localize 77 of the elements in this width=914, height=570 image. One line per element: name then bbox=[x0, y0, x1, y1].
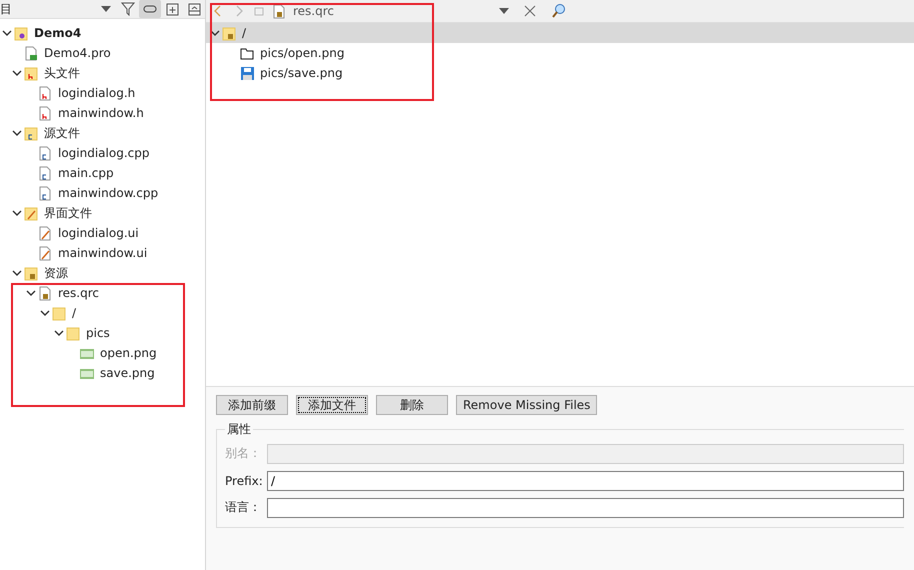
file-icon bbox=[38, 166, 53, 180]
resource-item[interactable]: / bbox=[206, 23, 914, 43]
tree-item-label: / bbox=[72, 306, 76, 320]
tree-item[interactable]: mainwindow.ui bbox=[0, 243, 205, 263]
tree-item-label: open.png bbox=[100, 346, 157, 360]
tree-item-label: 界面文件 bbox=[44, 204, 92, 222]
search-icon[interactable] bbox=[551, 3, 567, 19]
file-name[interactable]: res.qrc bbox=[293, 4, 493, 18]
resource-label: pics/open.png bbox=[260, 46, 344, 60]
action-button[interactable]: 添加文件 bbox=[296, 395, 368, 415]
tree-item-label: pics bbox=[86, 326, 110, 340]
tree-item[interactable]: pics bbox=[0, 323, 205, 343]
tree-item[interactable]: 头文件 bbox=[0, 63, 205, 83]
resource-label: pics/save.png bbox=[260, 66, 343, 80]
tree-item[interactable]: / bbox=[0, 303, 205, 323]
tree-item[interactable]: logindialog.h bbox=[0, 83, 205, 103]
tree-item[interactable]: 资源 bbox=[0, 263, 205, 283]
tree-item-label: mainwindow.h bbox=[58, 106, 144, 120]
tree-item-label: Demo4 bbox=[34, 26, 82, 40]
folder-icon bbox=[240, 46, 255, 60]
tree-item[interactable]: Demo4 bbox=[0, 23, 205, 43]
action-button[interactable]: 删除 bbox=[376, 395, 448, 415]
tree-item-label: 资源 bbox=[44, 264, 68, 282]
folder-icon bbox=[24, 266, 39, 280]
input-field[interactable]: / bbox=[267, 470, 904, 490]
folder-icon bbox=[222, 26, 237, 40]
resource-label: / bbox=[242, 26, 246, 40]
folder-icon bbox=[24, 66, 39, 80]
tree-item[interactable]: main.cpp bbox=[0, 163, 205, 183]
file-icon bbox=[38, 106, 53, 120]
folder-icon bbox=[52, 306, 67, 320]
tree-item-label: main.cpp bbox=[58, 166, 114, 180]
field-label: 别名： bbox=[225, 445, 262, 462]
action-button[interactable]: Remove Missing Files bbox=[456, 395, 598, 415]
resource-item[interactable]: pics/open.png bbox=[206, 43, 344, 63]
tree-item-label: save.png bbox=[100, 366, 155, 380]
resource-item[interactable]: pics/save.png bbox=[206, 63, 343, 83]
panel-title: 目 bbox=[0, 0, 13, 18]
tree-item-label: 头文件 bbox=[44, 64, 80, 82]
folder-icon bbox=[24, 206, 39, 220]
file-icon bbox=[38, 146, 53, 160]
folder-icon bbox=[24, 126, 39, 140]
dropdown-icon[interactable] bbox=[499, 8, 509, 14]
tree-item[interactable]: Demo4.pro bbox=[0, 43, 205, 63]
field-label: 语言： bbox=[225, 499, 262, 516]
tree-item-label: mainwindow.cpp bbox=[58, 186, 158, 200]
tree-item[interactable]: mainwindow.h bbox=[0, 103, 205, 123]
field-label: Prefix: bbox=[225, 474, 264, 488]
folder-icon bbox=[66, 326, 81, 340]
file-icon bbox=[38, 286, 53, 300]
file-icon bbox=[38, 86, 53, 100]
file-icon bbox=[38, 246, 53, 260]
tree-item-label: 源文件 bbox=[44, 124, 80, 142]
tree-item-label: logindialog.h bbox=[58, 86, 136, 100]
file-icon bbox=[24, 46, 39, 60]
tree-item[interactable]: 源文件 bbox=[0, 123, 205, 143]
link-icon[interactable] bbox=[139, 0, 161, 18]
tree-item[interactable]: open.png bbox=[0, 343, 205, 363]
tree-item-label: logindialog.ui bbox=[58, 226, 139, 240]
tree-item[interactable]: mainwindow.cpp bbox=[0, 183, 205, 203]
action-button[interactable]: 添加前缀 bbox=[216, 395, 288, 415]
tree-item[interactable]: res.qrc bbox=[0, 283, 205, 303]
tree-item[interactable]: 界面文件 bbox=[0, 203, 205, 223]
close-icon[interactable] bbox=[523, 4, 537, 18]
tree-item-label: Demo4.pro bbox=[44, 46, 111, 60]
input-field[interactable] bbox=[267, 498, 904, 518]
file-icon bbox=[38, 186, 53, 200]
tree-item[interactable]: logindialog.cpp bbox=[0, 143, 205, 163]
file-icon bbox=[272, 4, 287, 18]
group-title: 属性 bbox=[226, 421, 252, 438]
tree-item-label: res.qrc bbox=[58, 286, 100, 300]
tree-item-label: mainwindow.ui bbox=[58, 246, 148, 260]
file-icon bbox=[38, 226, 53, 240]
tree-item-label: logindialog.cpp bbox=[58, 146, 150, 160]
tree-item[interactable]: logindialog.ui bbox=[0, 223, 205, 243]
project-icon bbox=[14, 26, 29, 40]
tree-item[interactable]: save.png bbox=[0, 363, 205, 383]
